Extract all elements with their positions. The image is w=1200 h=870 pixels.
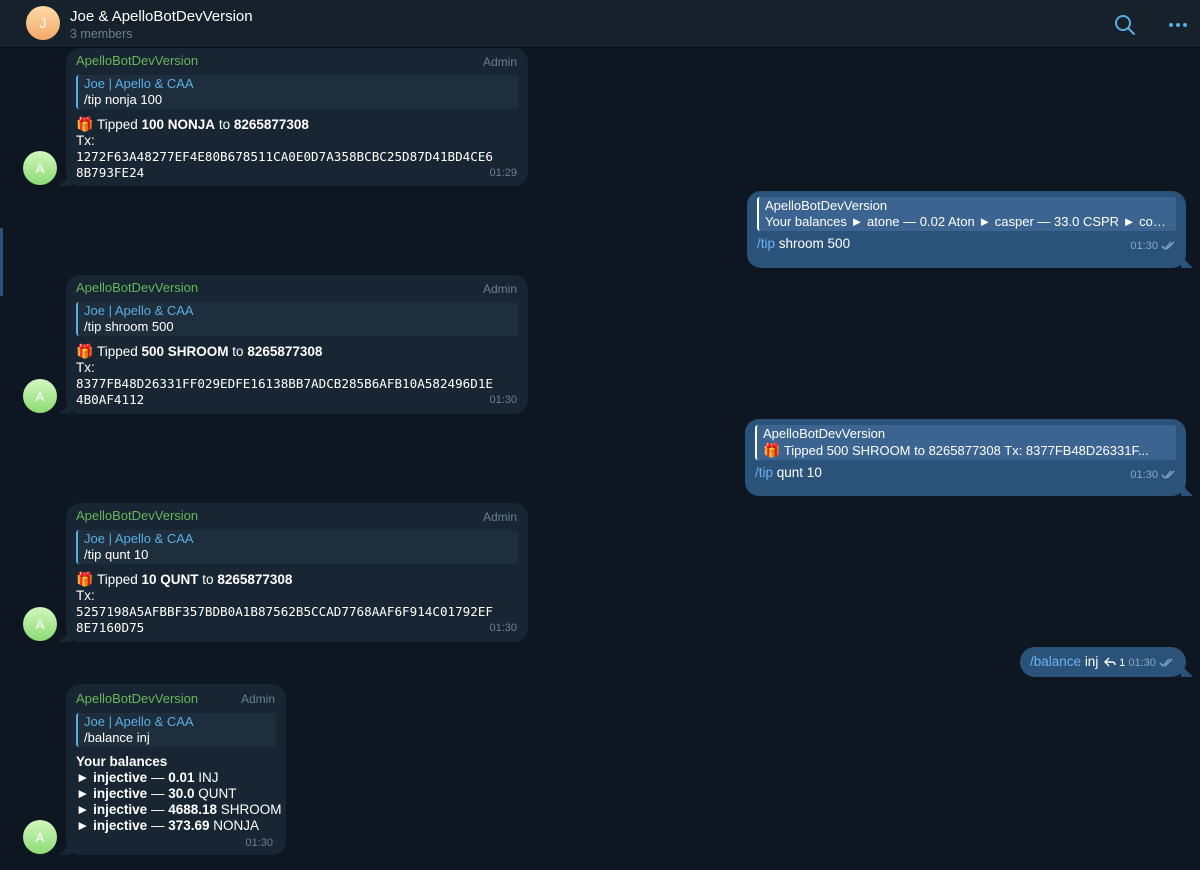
user-message[interactable]: ApelloBotDevVersion 🎁 Tipped 500 SHROOM … bbox=[745, 419, 1193, 496]
message-time: 01:30 bbox=[489, 622, 517, 634]
balance-row: ► injective — 373.69 NONJA bbox=[76, 818, 260, 833]
tip-line: 🎁 Tipped 100 NONJA to 8265877308 bbox=[76, 116, 309, 132]
reply-quote[interactable]: ApelloBotDevVersion 🎁 Tipped 500 SHROOM … bbox=[755, 425, 1176, 460]
reply-quote[interactable]: Joe | Apello & CAA /balance inj bbox=[76, 713, 276, 747]
quote-text: /tip nonja 100 bbox=[84, 92, 163, 107]
tx-label: Tx: bbox=[76, 133, 95, 148]
chat-header[interactable]: J Joe & ApelloBotDevVersion 3 members bbox=[0, 0, 1200, 48]
message-time: 01:30 bbox=[245, 837, 273, 849]
admin-badge: Admin bbox=[482, 282, 517, 296]
tx-hash: 1272F63A48277EF4E80B678511CA0E0D7A358BCB… bbox=[76, 149, 494, 164]
gift-icon: 🎁 bbox=[76, 343, 94, 359]
bot-message[interactable]: ApelloBotDevVersion Admin Joe | Apello &… bbox=[59, 684, 286, 855]
command-link[interactable]: /balance bbox=[1030, 654, 1081, 669]
gift-icon: 🎁 bbox=[763, 442, 781, 458]
bot-message[interactable]: ApelloBotDevVersion Admin Joe | Apello &… bbox=[59, 48, 528, 186]
gift-icon: 🎁 bbox=[76, 116, 94, 132]
reply-icon[interactable] bbox=[1104, 657, 1116, 667]
quote-author: Joe | Apello & CAA bbox=[84, 76, 194, 91]
quote-author: Joe | Apello & CAA bbox=[84, 303, 194, 318]
bot-message[interactable]: ApelloBotDevVersion Admin Joe | Apello &… bbox=[59, 503, 528, 642]
message-time: 01:30 bbox=[1130, 240, 1158, 252]
group-avatar[interactable]: J bbox=[26, 6, 60, 40]
quote-text: /tip qunt 10 bbox=[84, 547, 149, 562]
sender-name[interactable]: ApelloBotDevVersion bbox=[76, 508, 518, 524]
double-check-icon bbox=[1161, 470, 1175, 479]
reply-quote[interactable]: ApelloBotDevVersion Your balances ► aton… bbox=[757, 197, 1176, 231]
sender-name[interactable]: ApelloBotDevVersion bbox=[76, 53, 518, 69]
balances-heading: Your balances bbox=[76, 754, 168, 769]
member-count: 3 members bbox=[70, 27, 133, 41]
user-message[interactable]: ApelloBotDevVersion Your balances ► aton… bbox=[747, 191, 1193, 268]
quote-text: 🎁 Tipped 500 SHROOM to 8265877308 Tx: 83… bbox=[763, 442, 1149, 458]
reply-quote[interactable]: Joe | Apello & CAA /tip shroom 500 bbox=[76, 302, 518, 336]
message-time: 01:29 bbox=[489, 167, 517, 179]
sender-name[interactable]: ApelloBotDevVersion bbox=[76, 280, 518, 296]
bot-avatar[interactable]: A bbox=[23, 607, 57, 641]
tx-hash-cont: 4B0AF4112 bbox=[76, 392, 145, 407]
message-time: 01:30 bbox=[489, 394, 517, 406]
balance-row: ► injective — 4688.18 SHROOM bbox=[76, 802, 282, 817]
double-check-icon bbox=[1161, 241, 1175, 250]
quote-text: Your balances ► atone — 0.02 Aton ► casp… bbox=[765, 214, 1168, 229]
bot-avatar[interactable]: A bbox=[23, 820, 57, 854]
quote-author: ApelloBotDevVersion bbox=[763, 426, 886, 441]
admin-badge: Admin bbox=[240, 692, 275, 706]
bot-message[interactable]: ApelloBotDevVersion Admin Joe | Apello &… bbox=[59, 275, 528, 414]
balance-row: ► injective — 30.0 QUNT bbox=[76, 786, 237, 801]
tip-line: 🎁 Tipped 500 SHROOM to 8265877308 bbox=[76, 343, 323, 359]
bot-avatar[interactable]: A bbox=[23, 379, 57, 413]
quote-author: ApelloBotDevVersion bbox=[765, 198, 888, 213]
tip-line: 🎁 Tipped 10 QUNT to 8265877308 bbox=[76, 571, 293, 587]
tx-hash-cont: 8B793FE24 bbox=[76, 165, 145, 180]
quote-text: /tip shroom 500 bbox=[84, 319, 174, 334]
tx-hash: 5257198A5AFBBF357BDB0A1B87562B5CCAD7768A… bbox=[76, 604, 494, 619]
quote-author: Joe | Apello & CAA bbox=[84, 531, 194, 546]
admin-badge: Admin bbox=[482, 510, 517, 524]
command-link[interactable]: /tip bbox=[755, 465, 773, 480]
command-link[interactable]: /tip bbox=[757, 236, 775, 251]
message-time: 01:30 bbox=[1128, 657, 1156, 669]
tx-hash: 8377FB48D26331FF029EDFE16138BB7ADCB285B6… bbox=[76, 376, 494, 391]
tx-hash-cont: 8E7160D75 bbox=[76, 620, 145, 635]
balance-row: ► injective — 0.01 INJ bbox=[76, 770, 219, 785]
gift-icon: 🎁 bbox=[76, 571, 94, 587]
double-check-icon bbox=[1159, 658, 1173, 667]
quote-author: Joe | Apello & CAA bbox=[84, 714, 194, 729]
reply-quote[interactable]: Joe | Apello & CAA /tip nonja 100 bbox=[76, 75, 518, 109]
command-args: inj bbox=[1084, 654, 1099, 669]
reply-quote[interactable]: Joe | Apello & CAA /tip qunt 10 bbox=[76, 530, 518, 564]
bot-avatar[interactable]: A bbox=[23, 151, 57, 185]
reply-count[interactable]: 1 bbox=[1119, 657, 1125, 669]
admin-badge: Admin bbox=[482, 55, 517, 69]
more-icon[interactable] bbox=[1166, 13, 1190, 37]
message-time: 01:30 bbox=[1130, 469, 1158, 481]
quote-text: /balance inj bbox=[84, 730, 150, 745]
chat-list-edge bbox=[0, 228, 3, 296]
tx-label: Tx: bbox=[76, 588, 95, 603]
chat-title[interactable]: Joe & ApelloBotDevVersion bbox=[70, 8, 253, 25]
tx-label: Tx: bbox=[76, 360, 95, 375]
user-message[interactable]: /balance inj 1 01:30 bbox=[1020, 647, 1193, 677]
command-args: qunt 10 bbox=[776, 465, 822, 480]
command-args: shroom 500 bbox=[778, 236, 851, 251]
search-icon[interactable] bbox=[1113, 13, 1137, 37]
